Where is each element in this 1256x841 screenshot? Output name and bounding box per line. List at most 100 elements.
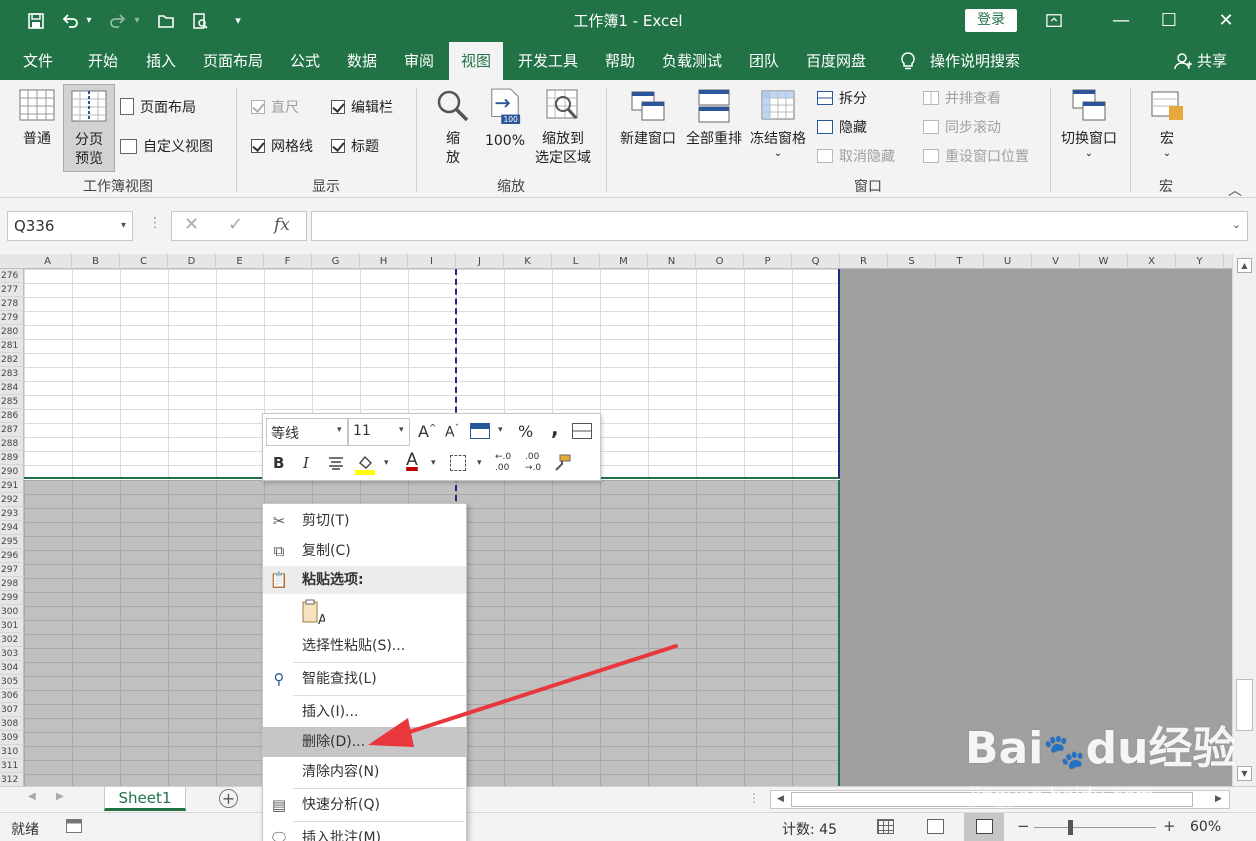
column-header[interactable]: O — [696, 254, 744, 269]
column-header[interactable]: R — [840, 254, 888, 269]
row-header[interactable]: 289 — [0, 451, 24, 465]
ribbon-display-icon[interactable] — [1031, 0, 1077, 42]
row-header[interactable]: 276 — [0, 269, 24, 283]
decrease-decimal-icon[interactable]: .00 →.0 — [525, 452, 549, 476]
row-header[interactable]: 300 — [0, 605, 24, 619]
menu-item-paste-special[interactable]: 选择性粘贴(S)... — [263, 631, 466, 661]
name-box-dropdown-icon[interactable]: ▾ — [121, 212, 126, 240]
reset-window-position-button[interactable]: 重设窗口位置 — [923, 147, 1029, 167]
column-header[interactable]: Y — [1176, 254, 1224, 269]
tab-home[interactable]: 开始 — [78, 42, 128, 80]
tab-load-test[interactable]: 负载测试 — [652, 42, 732, 80]
row-header[interactable]: 294 — [0, 521, 24, 535]
scroll-down-icon[interactable]: ▼ — [1237, 766, 1252, 781]
font-color-button[interactable]: A — [402, 452, 422, 476]
view-side-by-side-button[interactable]: 并排查看 — [923, 89, 1001, 109]
column-header[interactable]: K — [504, 254, 552, 269]
menu-item-smart-lookup[interactable]: ⚲ 智能查找(L) — [263, 664, 466, 694]
zoom-slider[interactable] — [1034, 827, 1156, 828]
row-header[interactable]: 309 — [0, 731, 24, 745]
decrease-font-size-icon[interactable]: Aˇ — [445, 424, 459, 441]
maximize-icon[interactable]: ☐ — [1146, 0, 1192, 42]
unhide-button[interactable]: 取消隐藏 — [817, 147, 895, 167]
bold-button[interactable]: B — [273, 454, 284, 472]
accounting-format-icon[interactable] — [470, 423, 490, 439]
row-header[interactable]: 284 — [0, 381, 24, 395]
accounting-dropdown-icon[interactable]: ▾ — [498, 425, 503, 435]
italic-button[interactable]: I — [303, 454, 309, 472]
row-header[interactable]: 303 — [0, 647, 24, 661]
close-icon[interactable]: ✕ — [1203, 0, 1249, 42]
column-header[interactable]: P — [744, 254, 792, 269]
menu-item-cut[interactable]: ✂ 剪切(T) — [263, 506, 466, 536]
merge-center-icon[interactable] — [572, 423, 592, 439]
menu-item-delete[interactable]: 删除(D)... — [263, 727, 466, 757]
row-header[interactable]: 304 — [0, 661, 24, 675]
row-header[interactable]: 305 — [0, 675, 24, 689]
headings-checkbox[interactable]: 标题 — [331, 137, 379, 157]
tab-view[interactable]: 视图 — [449, 42, 503, 80]
font-name-box[interactable]: 等线 ▾ — [266, 418, 348, 446]
row-header[interactable]: 278 — [0, 297, 24, 311]
page-layout-status-icon[interactable] — [927, 819, 944, 834]
tell-me-search[interactable]: 操作说明搜索 — [920, 42, 1030, 80]
column-header[interactable]: J — [456, 254, 504, 269]
row-header[interactable]: 295 — [0, 535, 24, 549]
row-header[interactable]: 285 — [0, 395, 24, 409]
row-header[interactable]: 307 — [0, 703, 24, 717]
fill-color-dropdown-icon[interactable]: ▾ — [384, 458, 389, 468]
row-header[interactable]: 301 — [0, 619, 24, 633]
page-break-status-button[interactable] — [964, 813, 1004, 841]
percent-style-button[interactable]: % — [518, 422, 533, 441]
font-size-dropdown-icon[interactable]: ▾ — [399, 425, 404, 435]
macros-button[interactable]: 宏 ⌄ — [1142, 88, 1192, 159]
share-button[interactable]: 共享 — [1187, 42, 1237, 80]
column-header[interactable]: D — [168, 254, 216, 269]
hide-button[interactable]: 隐藏 — [817, 118, 867, 138]
column-header[interactable]: S — [888, 254, 936, 269]
prev-sheet-icon[interactable]: ◀ — [28, 791, 36, 802]
row-header[interactable]: 283 — [0, 367, 24, 381]
tab-data[interactable]: 数据 — [337, 42, 387, 80]
format-painter-icon[interactable] — [553, 454, 571, 472]
login-button[interactable]: 登录 — [965, 9, 1017, 32]
normal-view-status-icon[interactable] — [877, 819, 894, 834]
font-size-box[interactable]: 11 ▾ — [348, 418, 410, 446]
column-header[interactable]: N — [648, 254, 696, 269]
zoom-100-button[interactable]: 100 100% — [482, 88, 528, 151]
row-header[interactable]: 287 — [0, 423, 24, 437]
tab-insert[interactable]: 插入 — [136, 42, 186, 80]
column-header[interactable]: B — [72, 254, 120, 269]
column-header[interactable]: M — [600, 254, 648, 269]
column-header[interactable]: A — [24, 254, 72, 269]
tab-developer[interactable]: 开发工具 — [508, 42, 588, 80]
column-header[interactable]: Q — [792, 254, 840, 269]
zoom-out-button[interactable]: − — [1017, 817, 1030, 835]
vertical-scroll-thumb[interactable] — [1236, 679, 1253, 731]
tab-review[interactable]: 审阅 — [394, 42, 444, 80]
column-header[interactable]: I — [408, 254, 456, 269]
column-header[interactable]: G — [312, 254, 360, 269]
row-header[interactable]: 279 — [0, 311, 24, 325]
menu-item-clear-contents[interactable]: 清除内容(N) — [263, 757, 466, 787]
row-header[interactable]: 282 — [0, 353, 24, 367]
row-header[interactable]: 291 — [0, 479, 24, 493]
row-header[interactable]: 306 — [0, 689, 24, 703]
font-color-dropdown-icon[interactable]: ▾ — [431, 458, 436, 468]
tab-team[interactable]: 团队 — [739, 42, 789, 80]
borders-icon[interactable] — [450, 455, 466, 471]
name-box[interactable]: Q336 ▾ — [7, 211, 133, 241]
expand-formula-icon[interactable]: ⌄ — [1232, 218, 1241, 231]
page-layout-view-button[interactable]: 页面布局 — [120, 98, 196, 118]
increase-font-size-icon[interactable]: A^ — [418, 422, 437, 441]
insert-function-button[interactable]: fx — [274, 215, 290, 235]
page-break-preview-button[interactable]: 分页 预览 — [63, 84, 115, 172]
row-header[interactable]: 298 — [0, 577, 24, 591]
sync-scroll-button[interactable]: 同步滚动 — [923, 118, 1001, 138]
menu-item-insert[interactable]: 插入(I)... — [263, 697, 466, 727]
menu-item-copy[interactable]: ⧉ 复制(C) — [263, 536, 466, 566]
fill-color-icon[interactable] — [355, 453, 375, 475]
borders-dropdown-icon[interactable]: ▾ — [477, 458, 482, 468]
menu-item-quick-analysis[interactable]: ▤ 快速分析(Q) — [263, 790, 466, 820]
gridlines-checkbox[interactable]: 网格线 — [251, 137, 313, 157]
